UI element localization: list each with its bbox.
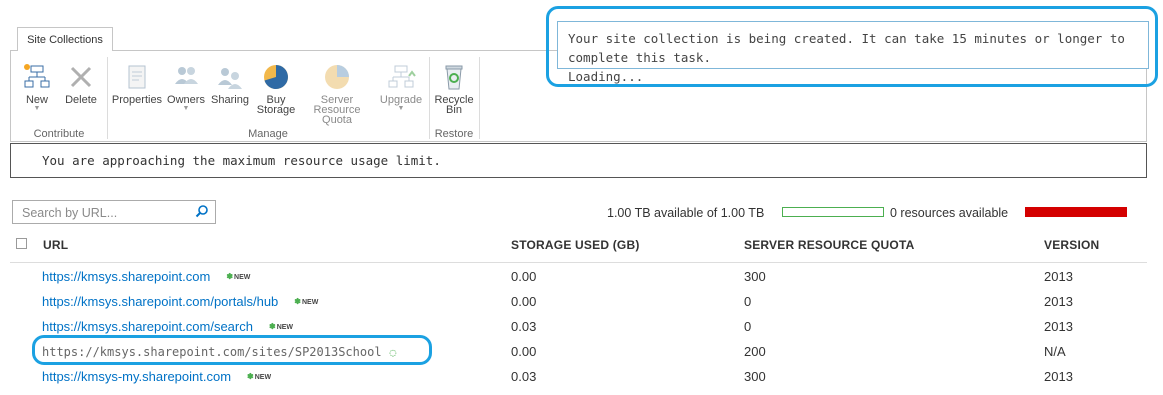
owners-dropdown-icon: ▼ xyxy=(182,105,190,112)
select-all-checkbox[interactable] xyxy=(16,238,27,249)
group-label-contribute: Contribute xyxy=(33,128,85,140)
row-highlight xyxy=(32,335,432,365)
storage-cell: 0.00 xyxy=(511,269,537,284)
site-url-link[interactable]: https://kmsys.sharepoint.com/search ✽NEW xyxy=(42,319,293,334)
search-box xyxy=(12,200,216,224)
new-badge-label: NEW xyxy=(276,324,294,331)
site-url-text: https://kmsys-my.sharepoint.com xyxy=(42,369,232,384)
table-row: https://kmsys-my.sharepoint.com ✽NEW 0.03… xyxy=(0,364,1163,389)
status-notification: Your site collection is being created. I… xyxy=(557,21,1149,84)
properties-button[interactable]: Properties xyxy=(111,62,163,106)
site-url-text: https://kmsys.sharepoint.com xyxy=(42,269,211,284)
storage-bar xyxy=(782,207,884,217)
new-badge: ✽NEW xyxy=(247,372,272,381)
version-cell: 2013 xyxy=(1044,319,1073,334)
site-url-text: https://kmsys.sharepoint.com/portals/hub xyxy=(42,294,279,309)
sharing-button[interactable]: Sharing xyxy=(210,62,250,106)
site-url-link[interactable]: https://kmsys-my.sharepoint.com ✽NEW xyxy=(42,369,271,384)
delete-icon xyxy=(70,66,92,88)
pie-chart-icon xyxy=(264,65,288,89)
owners-button[interactable]: Owners ▼ xyxy=(166,62,206,113)
resource-warning-bar: You are approaching the maximum resource… xyxy=(10,143,1147,178)
column-header-storage[interactable]: STORAGE USED (GB) xyxy=(511,238,640,252)
column-header-version[interactable]: VERSION xyxy=(1044,238,1099,252)
new-badge-icon: ✽ xyxy=(226,272,234,281)
server-quota-label-2: Quota xyxy=(322,114,352,126)
version-cell: 2013 xyxy=(1044,294,1073,309)
site-url-link[interactable]: https://kmsys.sharepoint.com/portals/hub… xyxy=(42,294,318,309)
column-header-quota[interactable]: SERVER RESOURCE QUOTA xyxy=(744,238,914,252)
resources-available-text: 0 resources available xyxy=(890,206,1009,220)
quota-cell: 0 xyxy=(744,294,752,309)
version-cell: N/A xyxy=(1044,344,1066,359)
storage-cell: 0.00 xyxy=(511,344,537,359)
recycle-label-2: Bin xyxy=(446,104,462,116)
status-message: Your site collection is being created. I… xyxy=(568,31,1125,65)
group-label-restore: Restore xyxy=(434,128,474,140)
tab-site-collections[interactable]: Site Collections xyxy=(17,27,113,51)
table-row: https://kmsys.sharepoint.com/portals/hub… xyxy=(0,289,1163,314)
storage-available-text: 1.00 TB available of 1.00 TB xyxy=(607,206,765,220)
storage-cell: 0.00 xyxy=(511,294,537,309)
new-button[interactable]: New ▼ xyxy=(19,62,55,113)
new-badge: ✽NEW xyxy=(294,297,319,306)
column-header-url[interactable]: URL xyxy=(43,238,68,252)
header-divider xyxy=(10,262,1147,263)
recycle-bin-button[interactable]: Recycle Bin xyxy=(433,62,475,116)
buy-storage-label-2: Storage xyxy=(256,104,296,116)
quota-cell: 200 xyxy=(744,344,766,359)
new-badge: ✽NEW xyxy=(226,272,251,281)
delete-button[interactable]: Delete xyxy=(63,62,99,106)
delete-label: Delete xyxy=(65,94,97,106)
new-badge-label: NEW xyxy=(234,274,251,281)
quota-cell: 0 xyxy=(744,319,752,334)
ribbon-separator xyxy=(107,57,108,139)
upgrade-button[interactable]: Upgrade ▼ xyxy=(379,62,423,113)
owners-icon xyxy=(175,67,198,84)
server-quota-label-1: Server Resource xyxy=(313,94,361,116)
resource-bar xyxy=(1025,207,1127,217)
sharing-icon xyxy=(218,68,242,89)
new-badge-icon: ✽ xyxy=(268,322,276,331)
site-url-text: https://kmsys.sharepoint.com/search xyxy=(42,319,253,334)
new-dropdown-icon: ▼ xyxy=(33,105,41,112)
new-site-icon xyxy=(24,64,50,88)
new-badge: ✽NEW xyxy=(268,322,294,331)
quota-cell: 300 xyxy=(744,269,766,284)
storage-cell: 0.03 xyxy=(511,319,537,334)
new-badge-icon: ✽ xyxy=(294,297,301,306)
quota-pie-icon xyxy=(325,65,349,89)
quota-cell: 300 xyxy=(744,369,766,384)
search-input[interactable] xyxy=(20,202,194,224)
server-resource-quota-button[interactable]: Server Resource Quota xyxy=(297,62,377,126)
properties-icon xyxy=(128,65,146,89)
upgrade-icon xyxy=(388,65,416,88)
buy-storage-button[interactable]: Buy Storage xyxy=(254,62,298,116)
sharing-label: Sharing xyxy=(211,94,249,106)
recycle-bin-icon xyxy=(445,65,463,90)
properties-label: Properties xyxy=(111,94,163,106)
ribbon-separator xyxy=(479,57,480,139)
new-badge-icon: ✽ xyxy=(247,372,254,381)
new-badge-label: NEW xyxy=(301,299,319,306)
version-cell: 2013 xyxy=(1044,369,1073,384)
site-url-link[interactable]: https://kmsys.sharepoint.com ✽NEW xyxy=(42,269,250,284)
search-icon[interactable] xyxy=(195,204,209,218)
ribbon-separator xyxy=(429,57,430,139)
status-loading: Loading... xyxy=(568,69,644,84)
upgrade-dropdown-icon: ▼ xyxy=(397,105,405,112)
table-row: https://kmsys.sharepoint.com ✽NEW 0.00 30… xyxy=(0,264,1163,289)
new-badge-label: NEW xyxy=(254,374,272,381)
storage-cell: 0.03 xyxy=(511,369,537,384)
version-cell: 2013 xyxy=(1044,269,1073,284)
group-label-manage: Manage xyxy=(248,128,288,140)
